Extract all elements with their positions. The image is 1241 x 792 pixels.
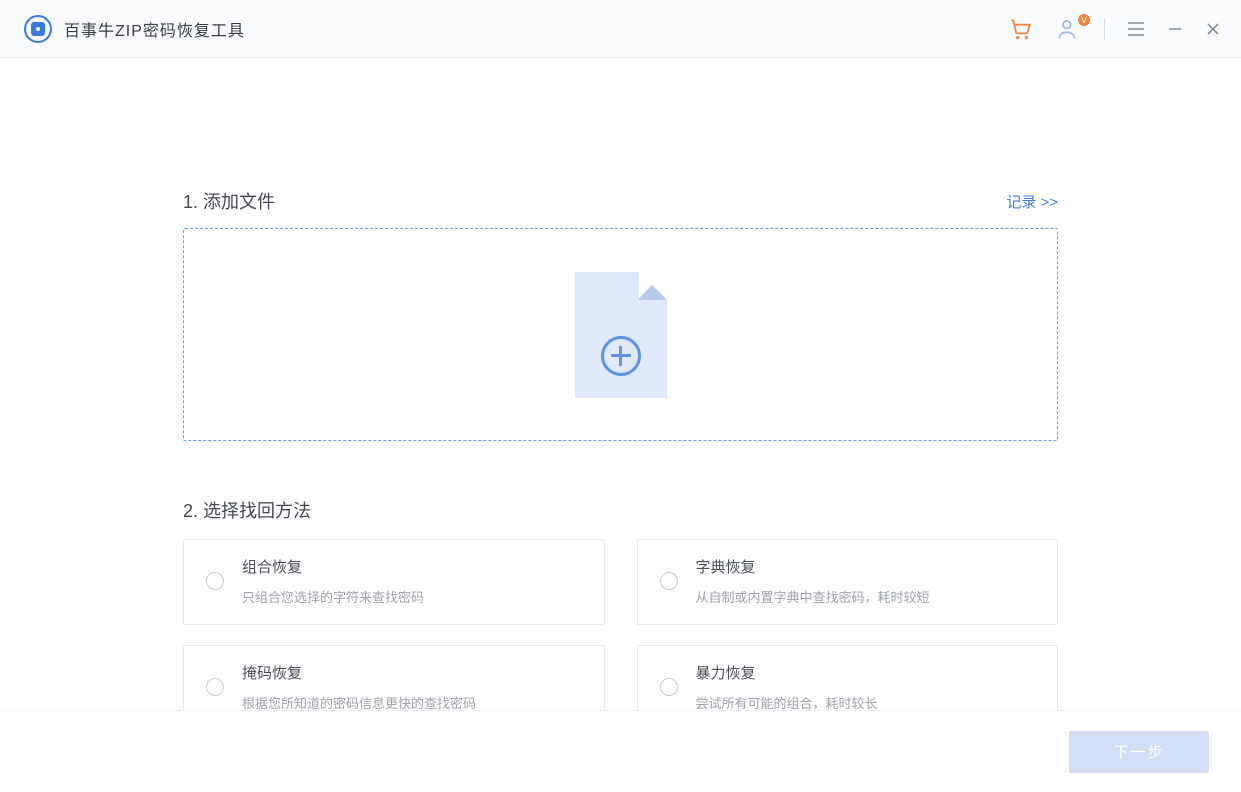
file-dropzone[interactable] <box>183 228 1058 441</box>
method-desc: 从自制或内置字典中查找密码，耗时较短 <box>696 587 930 606</box>
method-dictionary[interactable]: 字典恢复 从自制或内置字典中查找密码，耗时较短 <box>637 539 1059 625</box>
title-bar: 百事牛ZIP密码恢复工具 V <box>0 0 1241 58</box>
cart-button[interactable] <box>1008 16 1034 42</box>
header-divider <box>1104 18 1105 40</box>
method-combination[interactable]: 组合恢复 只组合您选择的字符来查找密码 <box>183 539 605 625</box>
methods-grid: 组合恢复 只组合您选择的字符来查找密码 字典恢复 从自制或内置字典中查找密码，耗… <box>183 539 1058 731</box>
add-file-icon <box>575 272 667 398</box>
radio-icon <box>206 572 224 590</box>
radio-icon <box>660 572 678 590</box>
close-icon <box>1205 21 1221 37</box>
footer-bar: 下一步 <box>0 710 1241 792</box>
step1-title: 1. 添加文件 <box>183 188 275 214</box>
close-button[interactable] <box>1205 21 1221 37</box>
radio-icon <box>660 678 678 696</box>
method-title: 字典恢复 <box>696 556 930 577</box>
header-right: V <box>1008 16 1221 42</box>
step2-title: 2. 选择找回方法 <box>183 497 1058 523</box>
plus-icon <box>601 336 641 376</box>
method-title: 暴力恢复 <box>696 662 878 683</box>
menu-icon <box>1127 21 1145 37</box>
minimize-button[interactable] <box>1167 21 1183 37</box>
menu-button[interactable] <box>1127 21 1145 37</box>
main-content: 1. 添加文件 记录 >> 2. 选择找回方法 组合恢复 只组合您选择的字符来查… <box>0 58 1241 731</box>
radio-icon <box>206 678 224 696</box>
cart-icon <box>1008 16 1034 42</box>
vip-badge-icon: V <box>1078 14 1090 26</box>
account-button[interactable]: V <box>1056 18 1082 40</box>
method-title: 组合恢复 <box>242 556 424 577</box>
app-title: 百事牛ZIP密码恢复工具 <box>64 17 245 41</box>
method-desc: 只组合您选择的字符来查找密码 <box>242 587 424 606</box>
method-title: 掩码恢复 <box>242 662 476 683</box>
minimize-icon <box>1167 21 1183 37</box>
app-logo-icon <box>24 15 52 43</box>
step1-header: 1. 添加文件 记录 >> <box>183 188 1058 214</box>
next-button[interactable]: 下一步 <box>1069 731 1209 773</box>
records-link[interactable]: 记录 >> <box>1006 191 1058 212</box>
header-left: 百事牛ZIP密码恢复工具 <box>24 15 245 43</box>
